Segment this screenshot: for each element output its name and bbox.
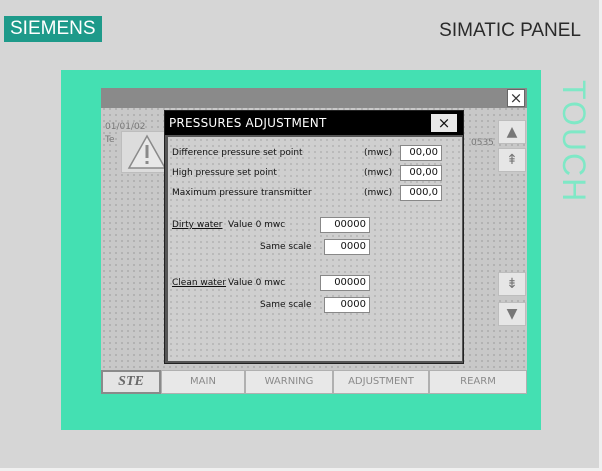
dirty-water-scale-input[interactable]: 0000 (324, 239, 370, 255)
dialog-close-button[interactable]: × (431, 114, 457, 132)
difference-pressure-input[interactable]: 00,00 (400, 145, 442, 161)
tab-rearm[interactable]: REARM (429, 370, 527, 394)
high-pressure-input[interactable]: 00,00 (400, 165, 442, 181)
tab-warning[interactable]: WARNING (245, 370, 333, 394)
dirty-water-scale-label: Same scale (260, 242, 312, 252)
brand-logo: SIEMENS (4, 16, 102, 42)
screen-close-icon[interactable]: × (507, 89, 525, 107)
dirty-water-value-label: Value 0 mwc (228, 220, 286, 230)
difference-pressure-label: Difference pressure set point (172, 148, 303, 158)
page-down-fast-button[interactable]: ⇟ (498, 272, 526, 296)
high-pressure-unit: (mwc) (364, 168, 393, 178)
dirty-water-value-input[interactable]: 00000 (320, 217, 370, 233)
page-up-fast-button[interactable]: ⇞ (498, 148, 526, 172)
dialog-title-bar: PRESSURES ADJUSTMENT × (165, 111, 463, 135)
background-text: Te (105, 135, 115, 145)
high-pressure-label: High pressure set point (172, 168, 277, 178)
dialog-body: Difference pressure set point (mwc) 00,0… (168, 137, 462, 361)
max-pressure-transmitter-unit: (mwc) (364, 188, 393, 198)
max-pressure-transmitter-label: Maximum pressure transmitter (172, 188, 312, 198)
difference-pressure-unit: (mwc) (364, 148, 393, 158)
tab-adjustment[interactable]: ADJUSTMENT (333, 370, 429, 394)
panel-model-label: SIMATIC PANEL (439, 20, 581, 41)
screen-title-bar (101, 88, 527, 108)
page-down-button[interactable]: ▼ (498, 302, 526, 326)
max-pressure-transmitter-input[interactable]: 000,0 (400, 185, 442, 201)
logo-button[interactable]: STE (101, 370, 161, 394)
pressures-adjustment-dialog: PRESSURES ADJUSTMENT × Difference pressu… (164, 110, 464, 364)
hmi-panel-device: SIEMENS SIMATIC PANEL TOUCH × 01/01/02 T… (0, 0, 602, 471)
dialog-title: PRESSURES ADJUSTMENT (169, 116, 327, 130)
page-up-button[interactable]: ▲ (498, 120, 526, 144)
clean-water-scale-label: Same scale (260, 300, 312, 310)
warning-triangle-icon (127, 134, 167, 169)
touch-label: TOUCH (556, 80, 592, 204)
dirty-water-link[interactable]: Dirty water (172, 220, 223, 230)
background-text-right: 0535 (471, 138, 494, 148)
clean-water-value-label: Value 0 mwc (228, 278, 286, 288)
tab-main[interactable]: MAIN (161, 370, 245, 394)
clean-water-scale-input[interactable]: 0000 (324, 297, 370, 313)
hmi-screen: × 01/01/02 Te 0535 ▲ ⇞ ⇟ ▼ STE MAIN WARN… (101, 88, 527, 394)
clean-water-link[interactable]: Clean water (172, 278, 226, 288)
clean-water-value-input[interactable]: 00000 (320, 275, 370, 291)
bottom-navigation-bar: STE MAIN WARNING ADJUSTMENT REARM (101, 370, 527, 394)
